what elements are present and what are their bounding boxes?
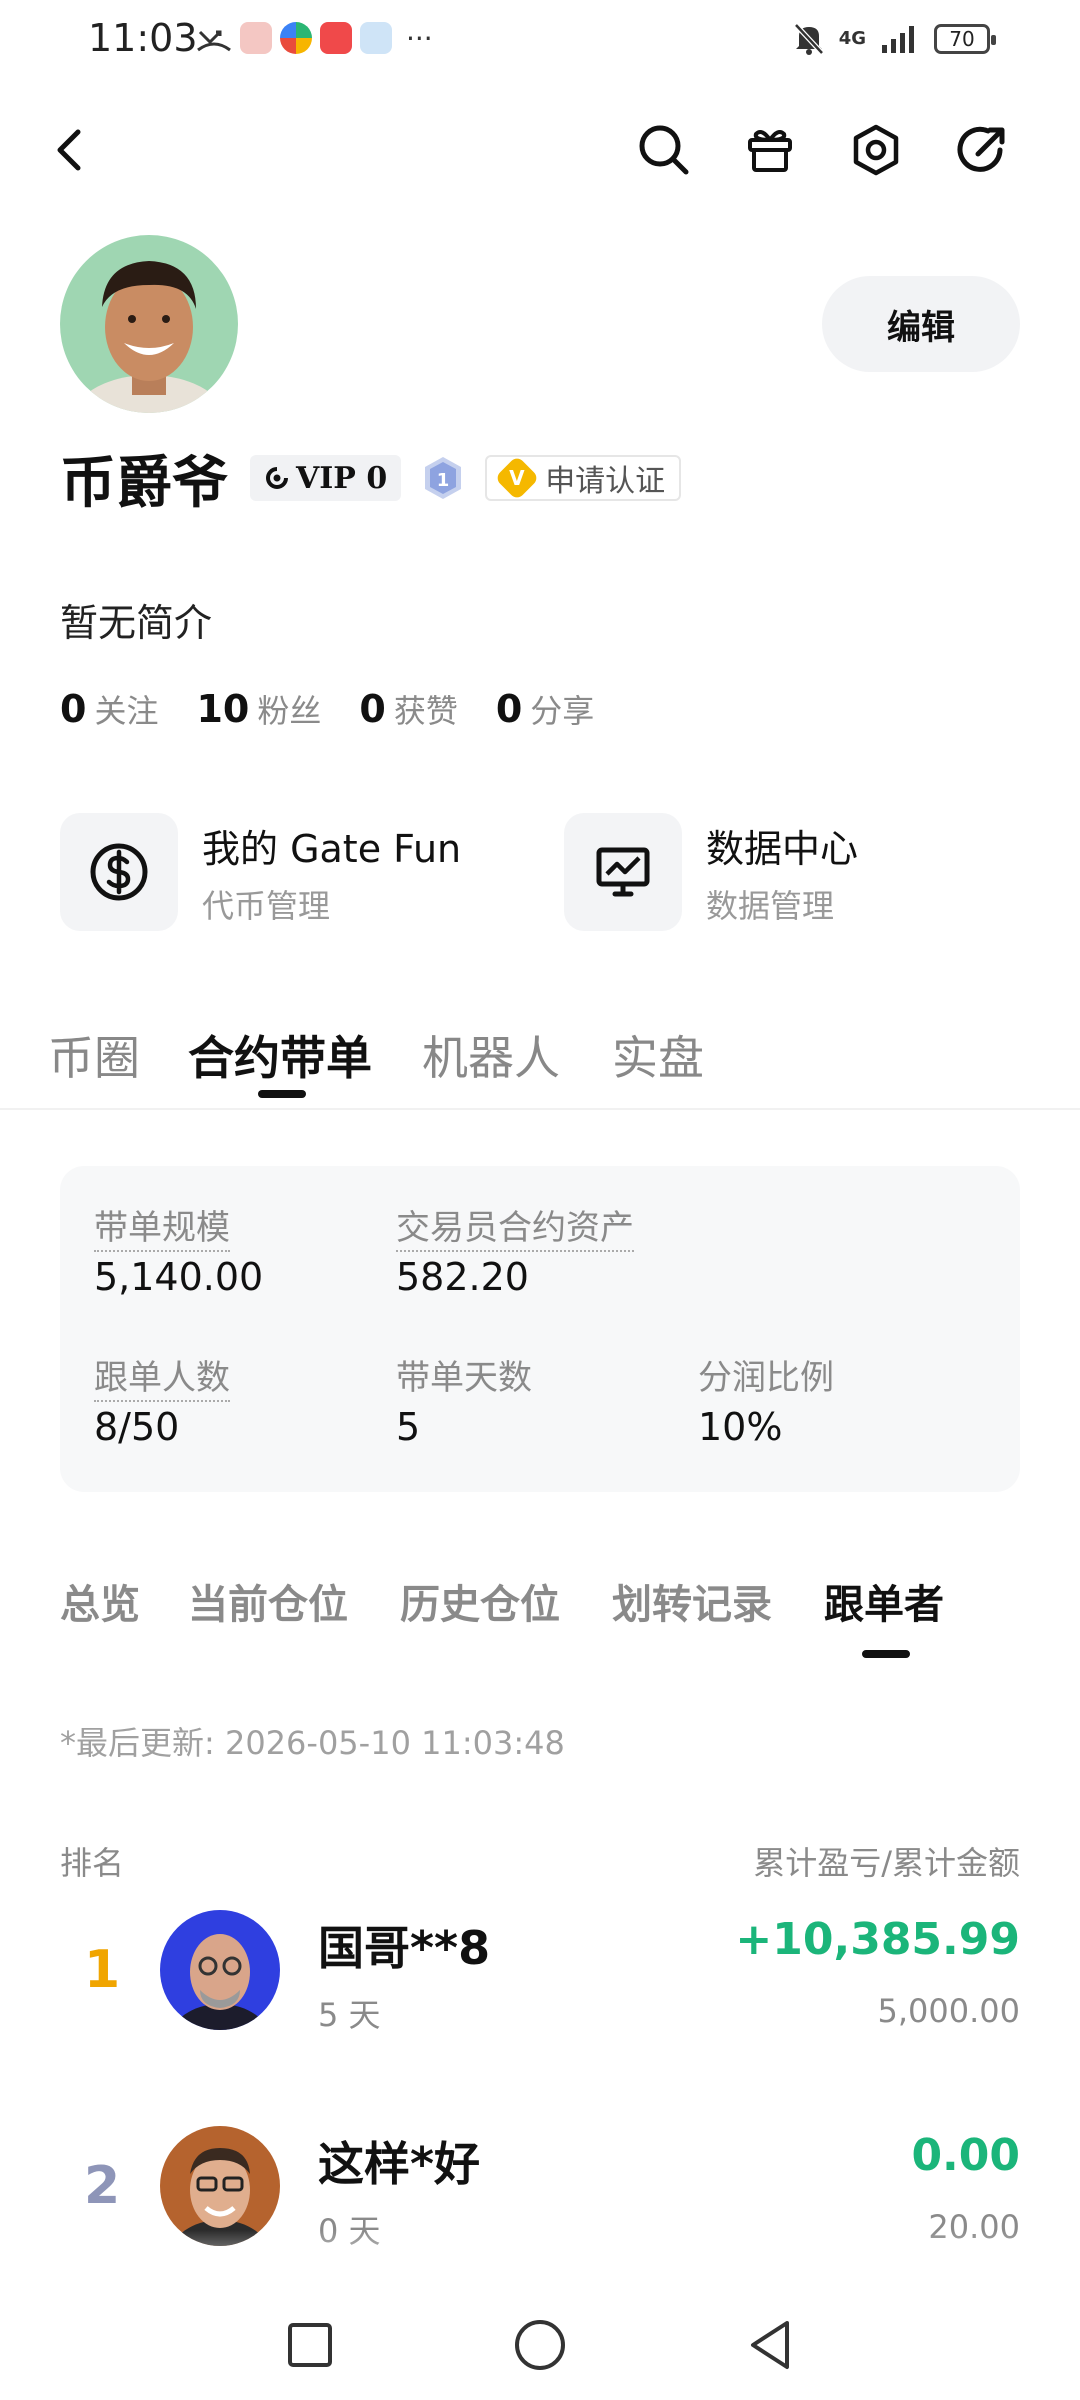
- settings-button[interactable]: [836, 110, 916, 190]
- active-tab-indicator: [258, 1090, 306, 1098]
- search-button[interactable]: [624, 110, 704, 190]
- metric-follower-count: 跟单人数 8/50: [94, 1358, 230, 1449]
- tab-live[interactable]: 实盘: [612, 1022, 704, 1088]
- rank-number: 1: [84, 1940, 121, 2000]
- bio-text: 暂无简介: [60, 601, 213, 645]
- signal-icon: [882, 26, 914, 53]
- home-button[interactable]: [505, 2310, 575, 2380]
- dollar-coin-icon: [60, 813, 178, 931]
- page-root: 11:03 ··· 4G 70 编辑 币爵爷 VIP 0 1 V 申请认证 暂无…: [0, 0, 1080, 2400]
- app-notification-icon: [360, 22, 392, 54]
- gate-fun-subtitle: 代币管理: [202, 886, 331, 925]
- app-notification-icon: [240, 22, 272, 54]
- username: 币爵爷: [60, 450, 228, 516]
- stat-following[interactable]: 0 关注: [60, 686, 158, 732]
- column-rank: 排名: [60, 1844, 125, 1882]
- vip-badge[interactable]: VIP 0: [250, 455, 402, 501]
- follower-name: 国哥**8: [318, 1921, 491, 1975]
- share-button[interactable]: [942, 110, 1022, 190]
- edit-profile-button[interactable]: 编辑: [822, 276, 1020, 372]
- share-icon: [957, 126, 1005, 172]
- back-nav-button[interactable]: [735, 2310, 805, 2380]
- stat-followers[interactable]: 10 粉丝: [196, 686, 321, 732]
- top-nav: [0, 110, 1080, 190]
- stat-likes[interactable]: 0 获赞: [359, 686, 457, 732]
- stat-shares[interactable]: 0 分享: [496, 686, 594, 732]
- metric-lead-size: 带单规模 5,140.00: [94, 1208, 264, 1299]
- rank-number: 2: [84, 2156, 121, 2216]
- sub-tabs: 总览 当前仓位 历史仓位 划转记录 跟单者: [0, 1572, 1080, 1662]
- bell-muted-icon: [793, 23, 824, 55]
- follower-pnl: +10,385.99: [735, 1914, 1020, 1965]
- network-type: 4G: [838, 28, 866, 49]
- chevron-left-icon: [57, 129, 81, 171]
- avatar[interactable]: [60, 235, 238, 413]
- active-subtab-indicator: [862, 1650, 910, 1658]
- profile-stats: 0 关注 10 粉丝 0 获赞 0 分享: [60, 686, 594, 732]
- battery-icon: 70: [934, 24, 996, 54]
- status-right: 4G 70: [793, 22, 996, 56]
- app-notification-icon: [320, 22, 352, 54]
- missed-call-icon: [197, 30, 231, 52]
- tab-coin-circle[interactable]: 币圈: [48, 1022, 140, 1088]
- metric-profit-share: 分润比例 10%: [698, 1358, 834, 1449]
- tab-copy-trading[interactable]: 合约带单: [188, 1022, 372, 1088]
- level-number: 1: [437, 470, 450, 491]
- data-center-card[interactable]: 数据中心 数据管理: [564, 812, 858, 932]
- metric-lead-days: 带单天数 5: [396, 1358, 532, 1449]
- main-tabs: 币圈 合约带单 机器人 实盘: [0, 1010, 1080, 1110]
- triangle-back-icon: [751, 2321, 789, 2369]
- feature-cards: 我的 Gate Fun 代币管理 数据中心 数据管理: [60, 812, 1020, 932]
- circle-icon: [515, 2320, 565, 2370]
- gift-button[interactable]: [730, 110, 810, 190]
- follower-avatar: [160, 1910, 280, 2030]
- data-center-subtitle: 数据管理: [706, 886, 835, 925]
- gate-fun-card[interactable]: 我的 Gate Fun 代币管理: [60, 812, 461, 932]
- level-shield-icon: 1: [425, 457, 462, 499]
- chart-monitor-icon: [564, 813, 682, 931]
- search-icon: [639, 125, 689, 175]
- apply-verification-label: 申请认证: [545, 464, 666, 499]
- follower-amount: 5,000.00: [877, 1992, 1021, 2030]
- settings-icon: [853, 124, 899, 176]
- level-badge[interactable]: 1: [423, 455, 463, 501]
- system-nav-bar: [0, 2290, 1080, 2400]
- list-item[interactable]: 1 国哥**8 5 天 +10,385.99 5,000.00: [60, 1910, 1020, 2040]
- gift-icon: [748, 130, 792, 172]
- tab-current-positions[interactable]: 当前仓位: [188, 1572, 348, 1630]
- last-updated: *最后更新: 2026-05-10 11:03:48: [60, 1724, 565, 1762]
- verified-v-icon: V: [494, 455, 540, 501]
- tab-transfer-records[interactable]: 划转记录: [612, 1572, 772, 1630]
- more-notifications-icon: ···: [406, 21, 433, 55]
- tab-position-history[interactable]: 历史仓位: [400, 1572, 560, 1630]
- follower-name: 这样*好: [318, 2137, 481, 2191]
- name-row: 币爵爷 VIP 0 1 V 申请认证: [60, 438, 682, 518]
- follower-days: 5 天: [318, 1996, 381, 2034]
- data-center-title: 数据中心: [706, 826, 859, 871]
- back-button[interactable]: [30, 110, 110, 190]
- column-pnl-amount: 累计盈亏/累计金额: [753, 1844, 1020, 1882]
- status-bar: 11:03 ··· 4G 70: [0, 0, 1080, 80]
- followers-list-header: 排名 累计盈亏/累计金额: [60, 1838, 1020, 1884]
- app-notification-icon: [280, 22, 312, 54]
- gate-fun-title: 我的 Gate Fun: [202, 826, 462, 871]
- notification-icons: ···: [196, 20, 433, 56]
- vip-label: VIP 0: [296, 460, 388, 496]
- vip-refresh-icon: [266, 467, 288, 489]
- apply-verification-button[interactable]: V 申请认证: [485, 455, 682, 501]
- tab-overview[interactable]: 总览: [60, 1572, 140, 1630]
- metric-trader-assets: 交易员合约资产 582.20: [396, 1208, 634, 1299]
- scroll-fade: [0, 2230, 1080, 2290]
- recent-apps-button[interactable]: [275, 2310, 345, 2380]
- avatar-image: [60, 235, 238, 413]
- square-icon: [288, 2323, 332, 2367]
- tab-bots[interactable]: 机器人: [422, 1022, 560, 1088]
- follower-pnl: 0.00: [911, 2130, 1020, 2181]
- tab-followers[interactable]: 跟单者: [824, 1572, 944, 1630]
- status-time: 11:03: [88, 16, 198, 60]
- follower-avatar: [160, 2126, 280, 2246]
- copy-trading-summary: 带单规模 5,140.00 交易员合约资产 582.20 跟单人数 8/50 带…: [60, 1166, 1020, 1492]
